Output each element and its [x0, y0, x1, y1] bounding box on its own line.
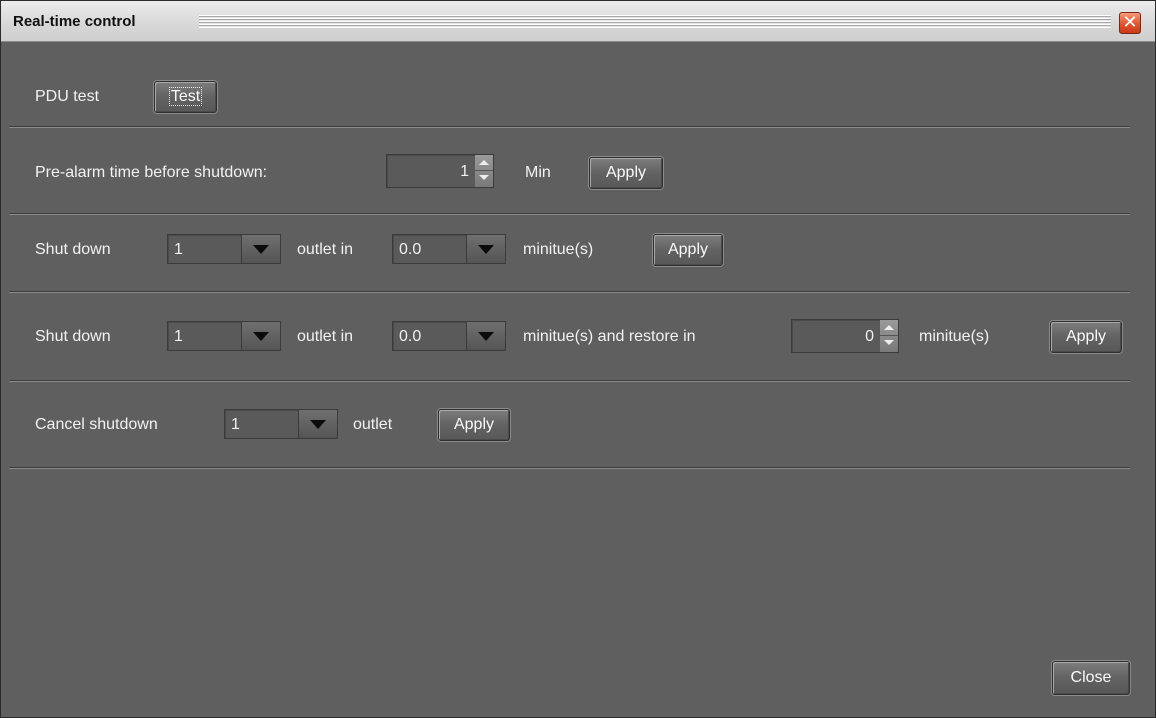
minutes-label: minitue(s) — [523, 241, 594, 258]
spinner-down-icon[interactable] — [475, 171, 493, 186]
real-time-control-dialog: Real-time control ✕ PDU test Test Pre-al… — [0, 0, 1156, 718]
dialog-title: Real-time control — [13, 13, 136, 30]
apply-label: Apply — [667, 241, 709, 258]
outlet-in-label: outlet in — [297, 328, 354, 345]
minutes-label: minitue(s) — [919, 328, 990, 345]
apply-label: Apply — [1065, 328, 1107, 345]
apply-label: Apply — [453, 416, 495, 433]
separator — [9, 467, 1130, 469]
restore-outlet-select[interactable]: 1 — [167, 321, 281, 351]
shutdown-outlet-select[interactable]: 1 — [167, 234, 281, 264]
title-bar-grip — [199, 15, 1111, 28]
cancel-outlet-select[interactable]: 1 — [224, 409, 338, 439]
restore-in-label: minitue(s) and restore in — [523, 328, 696, 345]
pdu-test-label: PDU test — [35, 88, 100, 105]
dialog-content: PDU test Test Pre-alarm time before shut… — [9, 41, 1149, 711]
chevron-down-icon — [241, 235, 280, 263]
spinner-up-icon[interactable] — [880, 320, 898, 336]
separator — [9, 126, 1130, 128]
pre-alarm-label: Pre-alarm time before shutdown: — [35, 164, 268, 181]
chevron-down-icon — [298, 410, 337, 438]
cancel-apply-button[interactable]: Apply — [438, 409, 510, 441]
shutdown-delay-value: 0.0 — [399, 241, 422, 258]
test-button[interactable]: Test — [154, 81, 217, 113]
outlet-label: outlet — [353, 416, 393, 433]
chevron-down-icon — [466, 322, 505, 350]
separator — [9, 213, 1130, 215]
separator — [9, 380, 1130, 382]
shutdown-label: Shut down — [35, 241, 111, 258]
close-button-label: Close — [1070, 669, 1112, 686]
pre-alarm-apply-button[interactable]: Apply — [589, 157, 663, 189]
pre-alarm-spinner[interactable]: 1 — [386, 154, 494, 188]
restore-delay-value: 0.0 — [399, 328, 422, 345]
separator — [9, 291, 1130, 293]
spinner-arrows — [475, 155, 493, 187]
close-window-button[interactable]: ✕ — [1119, 12, 1141, 34]
shutdown-apply-button[interactable]: Apply — [653, 234, 723, 266]
title-bar[interactable]: Real-time control ✕ — [1, 1, 1155, 42]
restore-outlet-value: 1 — [174, 328, 183, 345]
restore-time-spinner[interactable]: 0 — [791, 319, 899, 353]
shutdown-outlet-value: 1 — [174, 241, 183, 258]
apply-label: Apply — [605, 164, 647, 181]
spinner-up-icon[interactable] — [475, 155, 493, 171]
shutdown-delay-select[interactable]: 0.0 — [392, 234, 506, 264]
spinner-arrows — [880, 320, 898, 352]
close-button[interactable]: Close — [1052, 661, 1130, 695]
shutdown-restore-label: Shut down — [35, 328, 111, 345]
spinner-down-icon[interactable] — [880, 336, 898, 351]
test-button-label: Test — [168, 87, 203, 106]
cancel-shutdown-label: Cancel shutdown — [35, 416, 158, 433]
chevron-down-icon — [466, 235, 505, 263]
restore-delay-select[interactable]: 0.0 — [392, 321, 506, 351]
pre-alarm-value: 1 — [460, 163, 469, 180]
restore-time-value: 0 — [865, 328, 874, 345]
close-x-icon: ✕ — [1122, 12, 1138, 33]
chevron-down-icon — [241, 322, 280, 350]
restore-apply-button[interactable]: Apply — [1050, 321, 1122, 353]
cancel-outlet-value: 1 — [231, 416, 240, 433]
pre-alarm-unit: Min — [525, 164, 551, 181]
outlet-in-label: outlet in — [297, 241, 354, 258]
